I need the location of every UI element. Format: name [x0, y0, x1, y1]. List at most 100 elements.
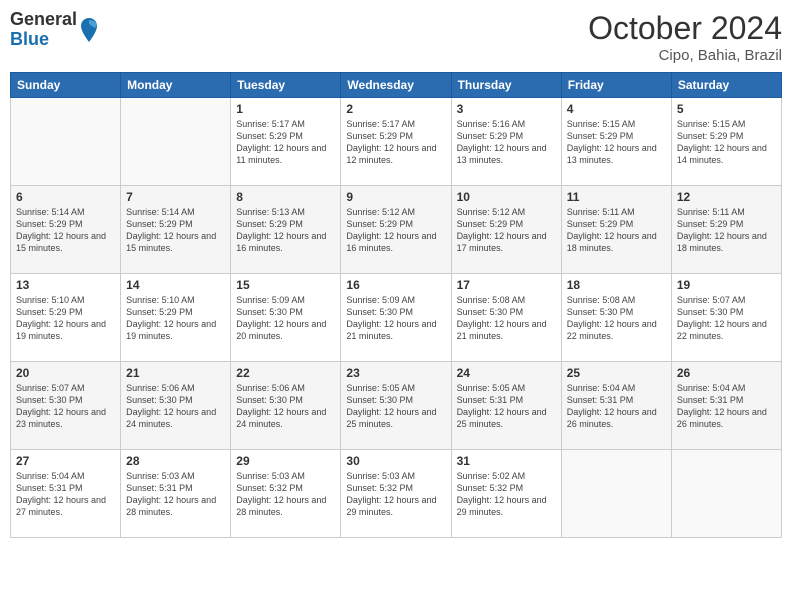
day-number: 26	[677, 366, 776, 380]
day-info: Sunrise: 5:10 AMSunset: 5:29 PMDaylight:…	[126, 294, 225, 343]
day-number: 3	[457, 102, 556, 116]
day-info: Sunrise: 5:12 AMSunset: 5:29 PMDaylight:…	[457, 206, 556, 255]
table-row: 11 Sunrise: 5:11 AMSunset: 5:29 PMDayligh…	[561, 186, 671, 274]
day-number: 24	[457, 366, 556, 380]
day-info: Sunrise: 5:13 AMSunset: 5:29 PMDaylight:…	[236, 206, 335, 255]
table-row: 7 Sunrise: 5:14 AMSunset: 5:29 PMDaylight…	[121, 186, 231, 274]
table-row: 30 Sunrise: 5:03 AMSunset: 5:32 PMDayligh…	[341, 450, 451, 538]
day-number: 5	[677, 102, 776, 116]
day-info: Sunrise: 5:03 AMSunset: 5:32 PMDaylight:…	[346, 470, 445, 519]
table-row	[561, 450, 671, 538]
day-number: 31	[457, 454, 556, 468]
day-number: 11	[567, 190, 666, 204]
table-row: 14 Sunrise: 5:10 AMSunset: 5:29 PMDayligh…	[121, 274, 231, 362]
col-thursday: Thursday	[451, 73, 561, 98]
day-info: Sunrise: 5:15 AMSunset: 5:29 PMDaylight:…	[677, 118, 776, 167]
calendar-header: Sunday Monday Tuesday Wednesday Thursday…	[11, 73, 782, 98]
day-info: Sunrise: 5:14 AMSunset: 5:29 PMDaylight:…	[126, 206, 225, 255]
day-number: 30	[346, 454, 445, 468]
logo-text: General Blue	[10, 10, 77, 50]
table-row: 6 Sunrise: 5:14 AMSunset: 5:29 PMDaylight…	[11, 186, 121, 274]
day-info: Sunrise: 5:04 AMSunset: 5:31 PMDaylight:…	[567, 382, 666, 431]
day-number: 22	[236, 366, 335, 380]
table-row: 29Sunrise: 5:03 AMSunset: 5:32 PMDayligh…	[231, 450, 341, 538]
table-row: 13 Sunrise: 5:10 AMSunset: 5:29 PMDayligh…	[11, 274, 121, 362]
day-number: 8	[236, 190, 335, 204]
day-number: 15	[236, 278, 335, 292]
table-row: 4Sunrise: 5:15 AMSunset: 5:29 PMDaylight…	[561, 98, 671, 186]
col-wednesday: Wednesday	[341, 73, 451, 98]
day-number: 7	[126, 190, 225, 204]
day-number: 20	[16, 366, 115, 380]
day-number: 23	[346, 366, 445, 380]
table-row	[11, 98, 121, 186]
logo-blue: Blue	[10, 30, 77, 50]
day-info: Sunrise: 5:06 AMSunset: 5:30 PMDaylight:…	[236, 382, 335, 431]
day-number: 10	[457, 190, 556, 204]
day-info: Sunrise: 5:12 AMSunset: 5:29 PMDaylight:…	[346, 206, 445, 255]
table-row: 28 Sunrise: 5:03 AMSunset: 5:31 PMDayligh…	[121, 450, 231, 538]
day-info: Sunrise: 5:10 AMSunset: 5:29 PMDaylight:…	[16, 294, 115, 343]
day-number: 6	[16, 190, 115, 204]
table-row: 21 Sunrise: 5:06 AMSunset: 5:30 PMDayligh…	[121, 362, 231, 450]
col-tuesday: Tuesday	[231, 73, 341, 98]
table-row: 9Sunrise: 5:12 AMSunset: 5:29 PMDaylight…	[341, 186, 451, 274]
table-row: 1Sunrise: 5:17 AMSunset: 5:29 PMDaylight…	[231, 98, 341, 186]
table-row: 26 Sunrise: 5:04 AMSunset: 5:31 PMDayligh…	[671, 362, 781, 450]
day-number: 21	[126, 366, 225, 380]
table-row: 15 Sunrise: 5:09 AMSunset: 5:30 PMDayligh…	[231, 274, 341, 362]
location: Cipo, Bahia, Brazil	[588, 47, 782, 64]
day-info: Sunrise: 5:05 AMSunset: 5:31 PMDaylight:…	[457, 382, 556, 431]
day-number: 19	[677, 278, 776, 292]
day-info: Sunrise: 5:14 AMSunset: 5:29 PMDaylight:…	[16, 206, 115, 255]
day-info: Sunrise: 5:08 AMSunset: 5:30 PMDaylight:…	[457, 294, 556, 343]
day-number: 14	[126, 278, 225, 292]
day-info: Sunrise: 5:17 AMSunset: 5:29 PMDaylight:…	[346, 118, 445, 167]
day-number: 12	[677, 190, 776, 204]
logo-icon	[79, 16, 99, 44]
day-info: Sunrise: 5:03 AMSunset: 5:31 PMDaylight:…	[126, 470, 225, 519]
table-row	[671, 450, 781, 538]
table-row: 31 Sunrise: 5:02 AMSunset: 5:32 PMDayligh…	[451, 450, 561, 538]
logo-general: General	[10, 10, 77, 30]
table-row: 19 Sunrise: 5:07 AMSunset: 5:30 PMDayligh…	[671, 274, 781, 362]
table-row: 8 Sunrise: 5:13 AMSunset: 5:29 PMDaylight…	[231, 186, 341, 274]
day-info: Sunrise: 5:07 AMSunset: 5:30 PMDaylight:…	[677, 294, 776, 343]
day-info: Sunrise: 5:04 AMSunset: 5:31 PMDaylight:…	[677, 382, 776, 431]
day-number: 17	[457, 278, 556, 292]
day-info: Sunrise: 5:07 AMSunset: 5:30 PMDaylight:…	[16, 382, 115, 431]
col-monday: Monday	[121, 73, 231, 98]
day-info: Sunrise: 5:11 AMSunset: 5:29 PMDaylight:…	[567, 206, 666, 255]
col-sunday: Sunday	[11, 73, 121, 98]
header: General Blue October 2024 Cipo, Bahia, B…	[10, 10, 782, 64]
day-number: 13	[16, 278, 115, 292]
table-row: 12 Sunrise: 5:11 AMSunset: 5:29 PMDayligh…	[671, 186, 781, 274]
month-title: October 2024	[588, 10, 782, 47]
day-info: Sunrise: 5:11 AMSunset: 5:29 PMDaylight:…	[677, 206, 776, 255]
table-row: 2Sunrise: 5:17 AMSunset: 5:29 PMDaylight…	[341, 98, 451, 186]
col-saturday: Saturday	[671, 73, 781, 98]
day-info: Sunrise: 5:05 AMSunset: 5:30 PMDaylight:…	[346, 382, 445, 431]
table-row: 18Sunrise: 5:08 AMSunset: 5:30 PMDayligh…	[561, 274, 671, 362]
day-number: 1	[236, 102, 335, 116]
day-info: Sunrise: 5:09 AMSunset: 5:30 PMDaylight:…	[236, 294, 335, 343]
day-info: Sunrise: 5:08 AMSunset: 5:30 PMDaylight:…	[567, 294, 666, 343]
table-row: 10 Sunrise: 5:12 AMSunset: 5:29 PMDayligh…	[451, 186, 561, 274]
day-number: 25	[567, 366, 666, 380]
table-row: 25 Sunrise: 5:04 AMSunset: 5:31 PMDayligh…	[561, 362, 671, 450]
calendar-table: Sunday Monday Tuesday Wednesday Thursday…	[10, 72, 782, 538]
table-row: 3Sunrise: 5:16 AMSunset: 5:29 PMDaylight…	[451, 98, 561, 186]
day-number: 29	[236, 454, 335, 468]
table-row: 23 Sunrise: 5:05 AMSunset: 5:30 PMDayligh…	[341, 362, 451, 450]
table-row: 27Sunrise: 5:04 AMSunset: 5:31 PMDayligh…	[11, 450, 121, 538]
calendar-page: General Blue October 2024 Cipo, Bahia, B…	[0, 0, 792, 612]
title-area: October 2024 Cipo, Bahia, Brazil	[588, 10, 782, 64]
table-row: 22 Sunrise: 5:06 AMSunset: 5:30 PMDayligh…	[231, 362, 341, 450]
col-friday: Friday	[561, 73, 671, 98]
header-row: Sunday Monday Tuesday Wednesday Thursday…	[11, 73, 782, 98]
day-info: Sunrise: 5:06 AMSunset: 5:30 PMDaylight:…	[126, 382, 225, 431]
day-info: Sunrise: 5:02 AMSunset: 5:32 PMDaylight:…	[457, 470, 556, 519]
day-number: 28	[126, 454, 225, 468]
day-number: 4	[567, 102, 666, 116]
table-row	[121, 98, 231, 186]
